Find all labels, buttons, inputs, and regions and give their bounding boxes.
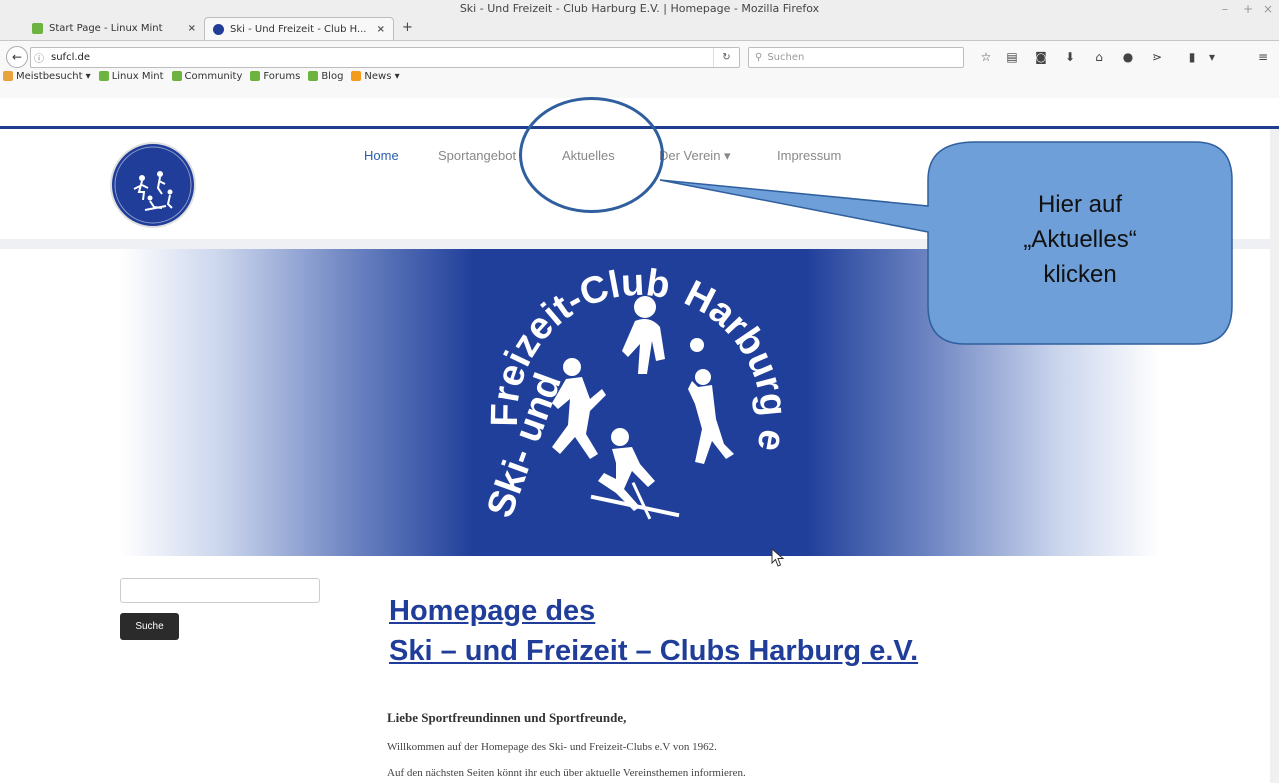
- callout-text: Hier auf „Aktuelles“ klicken: [930, 187, 1230, 292]
- callout-line2: „Aktuelles“: [1023, 226, 1137, 253]
- callout-line3: klicken: [1043, 261, 1117, 288]
- highlight-ring: [519, 97, 664, 213]
- callout-line1: Hier auf: [1037, 191, 1123, 218]
- mouse-cursor-icon: [771, 548, 785, 567]
